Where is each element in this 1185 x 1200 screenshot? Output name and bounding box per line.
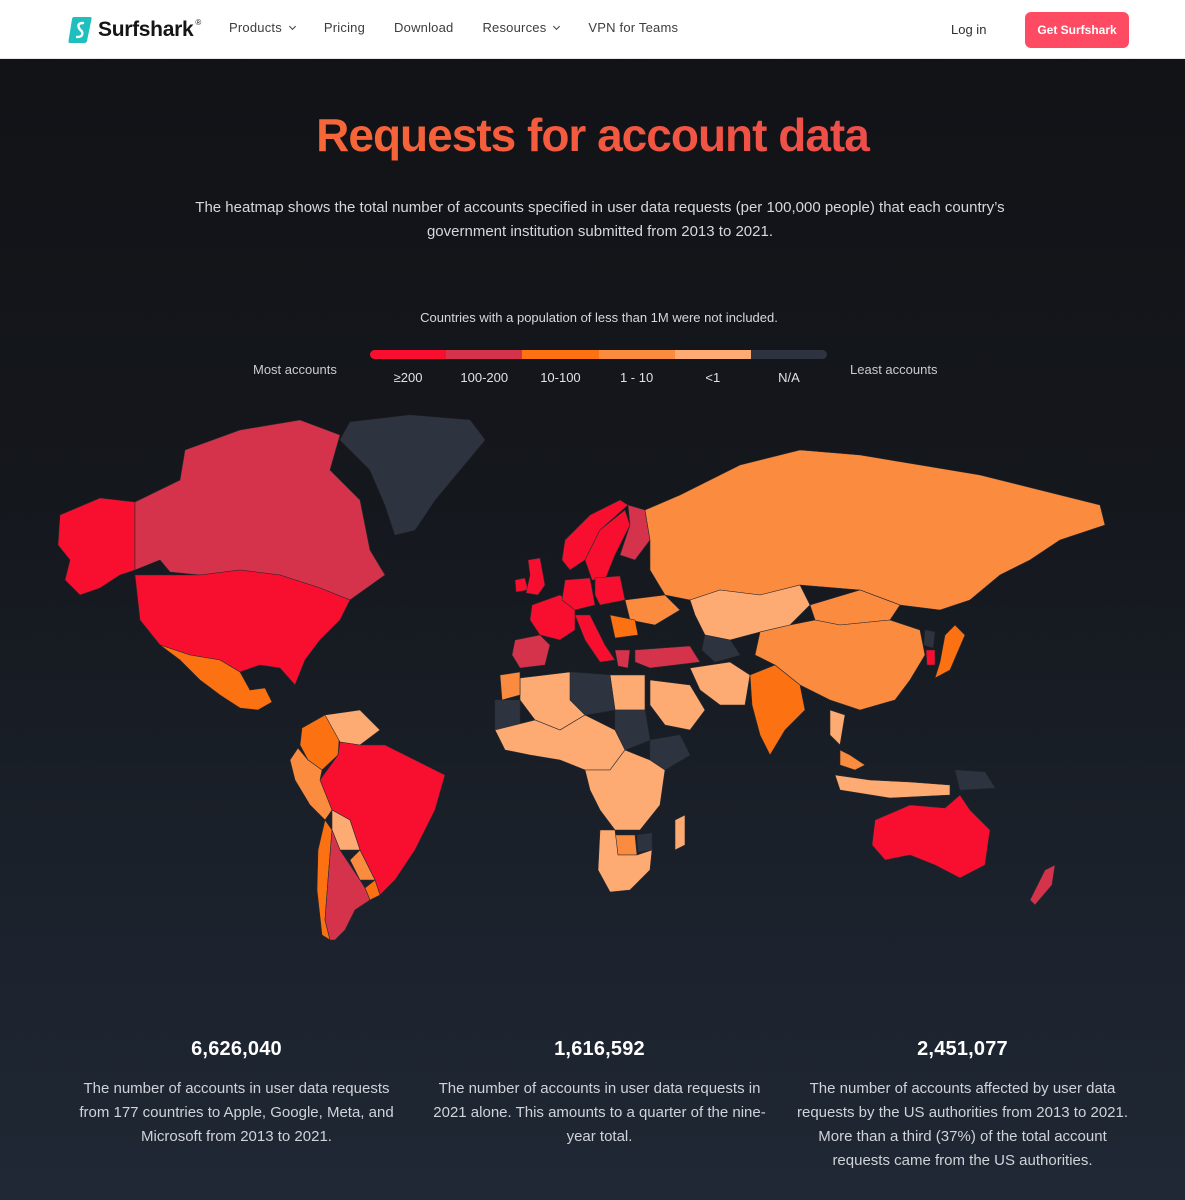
country-saudi-arabia[interactable]: Saudi Arabia: <1 [649, 679, 706, 731]
country-thailand[interactable]: Thailand: <1 [829, 709, 846, 746]
registered-mark: ® [195, 17, 202, 27]
country-australia[interactable]: Australia: ≥200 [871, 794, 991, 879]
country-egypt[interactable]: Egypt: <1 [609, 674, 646, 711]
stat-description: The number of accounts in user data requ… [433, 1080, 766, 1145]
brand-name: Surfshark [98, 18, 194, 41]
country-japan[interactable]: Japan: 10-100 [934, 624, 966, 679]
nav-pricing-label: Pricing [323, 20, 366, 35]
legend-most-label: Most accounts [253, 362, 337, 377]
legend-swatch [674, 350, 751, 359]
subtitle-line-1: The heatmap shows the total number of ac… [195, 199, 1005, 216]
get-surfshark-button[interactable]: Get Surfshark [1025, 12, 1129, 48]
nav-download[interactable]: Download [394, 20, 453, 35]
stat-2021-accounts: 1,616,592 The number of accounts in user… [418, 1038, 781, 1173]
page-subtitle: The heatmap shows the total number of ac… [150, 196, 1050, 244]
legend-swatch [446, 350, 523, 359]
nav-vpn-for-teams[interactable]: VPN for Teams [588, 20, 678, 35]
stat-description: The number of accounts in user data requ… [79, 1080, 394, 1145]
nav-products-label: Products [229, 20, 282, 35]
top-navigation: Surfshark ® Products Pricing Download Re… [0, 0, 1185, 59]
legend-swatch [370, 350, 447, 359]
legend-bin-labels: ≥200 100-200 10-100 1 - 10 <1 N/A [370, 370, 827, 385]
country-south-korea[interactable]: South Korea: ≥200 [925, 649, 936, 666]
stat-description: The number of accounts affected by user … [796, 1080, 1129, 1169]
stat-value: 6,626,040 [191, 1038, 282, 1060]
legend-bin-label: 10-100 [540, 370, 581, 385]
stat-us-accounts: 2,451,077 The number of accounts affecte… [781, 1038, 1144, 1173]
country-madagascar[interactable]: Madagascar: <1 [674, 814, 686, 851]
nav-resources-label: Resources [482, 20, 547, 35]
chevron-down-icon [553, 22, 561, 30]
legend-color-bar [370, 350, 827, 359]
surfshark-logo-icon [68, 17, 92, 43]
country-indonesia[interactable]: Indonesia: <1 [834, 774, 951, 799]
country-alaska-us[interactable]: Alaska (US): ≥200 [57, 497, 136, 596]
country-north-korea[interactable]: North Korea: N/A [923, 629, 936, 649]
nav-pricing[interactable]: Pricing [324, 20, 365, 35]
country-russia[interactable]: Russia: 1 - 10 [644, 449, 1106, 611]
country-morocco[interactable]: Morocco: 1 - 10 [499, 671, 521, 701]
legend-bin-label: N/A [778, 370, 800, 385]
country-papua-new-guinea[interactable]: Papua New Guinea: N/A [954, 769, 996, 791]
country-zimbabwe[interactable]: Zimbabwe: N/A [636, 832, 653, 853]
legend-swatch [598, 350, 675, 359]
legend-bin-label: <1 [705, 370, 721, 385]
country-malaysia[interactable]: Malaysia: 1 - 10 [839, 749, 866, 771]
country-united-states[interactable]: United States: ≥200 [134, 569, 351, 686]
nav-vpn-for-teams-label: VPN for Teams [588, 20, 679, 35]
chevron-down-icon [288, 22, 296, 30]
country-new-zealand[interactable]: New Zealand: 100-200 [1029, 864, 1056, 906]
country-italy[interactable]: Italy: ≥200 [574, 614, 616, 663]
world-heatmap: Alaska (US): ≥200Canada: 100-200Greenlan… [40, 410, 1150, 950]
legend-bin-label: 100-200 [460, 370, 509, 385]
legend-swatch [750, 350, 827, 359]
stat-total-accounts: 6,626,040 The number of accounts in user… [55, 1038, 418, 1173]
stats-row: 6,626,040 The number of accounts in user… [55, 1038, 1145, 1173]
legend-bin-label: 1 - 10 [619, 370, 654, 385]
stat-value: 2,451,077 [917, 1038, 1008, 1060]
legend-least-label: Least accounts [850, 362, 938, 377]
country-turkey[interactable]: Turkey: 100-200 [634, 645, 701, 669]
nav-products[interactable]: Products [229, 20, 296, 35]
country-poland[interactable]: Poland: ≥200 [594, 575, 626, 606]
login-link[interactable]: Log in [951, 22, 986, 37]
page-title: Requests for account data [0, 108, 1185, 162]
country-ireland[interactable]: Ireland: ≥200 [514, 577, 529, 593]
country-spain[interactable]: Spain: 100-200 [511, 634, 551, 669]
nav-resources[interactable]: Resources [482, 20, 561, 35]
subtitle-line-2: government institution submitted from 20… [426, 223, 774, 240]
world-map-svg: Alaska (US): ≥200Canada: 100-200Greenlan… [57, 414, 1106, 941]
legend-bin-label: ≥200 [393, 370, 423, 385]
country-botswana[interactable]: Botswana: 1 - 10 [614, 834, 638, 856]
stat-value: 1,616,592 [554, 1038, 645, 1060]
surfshark-logo[interactable]: Surfshark ® [68, 14, 205, 46]
population-note: Countries with a population of less than… [420, 310, 778, 325]
country-united-kingdom[interactable]: United Kingdom: ≥200 [525, 557, 546, 596]
country-iran[interactable]: Iran: <1 [689, 661, 751, 706]
country-greece[interactable]: Greece: 100-200 [614, 649, 631, 669]
nav-download-label: Download [394, 20, 454, 35]
legend-swatch [522, 350, 599, 359]
nav-links: Products Pricing Download Resources VPN … [229, 20, 707, 35]
